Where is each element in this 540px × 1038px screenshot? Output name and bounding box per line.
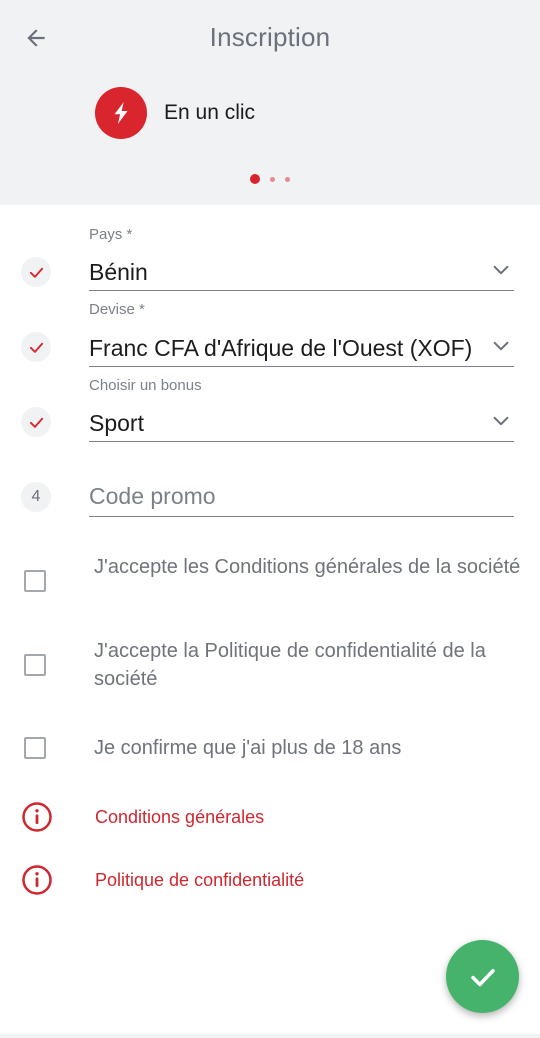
- currency-label: Devise *: [89, 301, 145, 318]
- privacy-text: J'accepte la Politique de confidentialit…: [94, 640, 486, 690]
- promo-code-input[interactable]: [89, 477, 514, 517]
- bonus-value: Sport: [89, 410, 144, 436]
- page-indicator: [0, 174, 540, 184]
- country-value: Bénin: [89, 259, 148, 285]
- step-completed-currency: [21, 332, 51, 362]
- age-text: Je confirme que j'ai plus de 18 ans: [94, 737, 402, 759]
- lightning-bolt-icon: [95, 87, 147, 139]
- checkmark-icon: [470, 968, 495, 986]
- currency-select[interactable]: Franc CFA d'Afrique de l'Ouest (XOF): [89, 327, 514, 367]
- country-label: Pays *: [89, 226, 133, 243]
- info-circle-icon: [22, 865, 52, 895]
- page-dot-1: [250, 174, 260, 184]
- checkmark-icon: [29, 267, 43, 278]
- terms-link[interactable]: Conditions générales: [95, 807, 264, 828]
- privacy-link[interactable]: Politique de confidentialité: [95, 870, 304, 891]
- terms-text: J'accepte les Conditions générales de la…: [94, 556, 521, 578]
- bottom-divider: [0, 1034, 540, 1038]
- header: Inscription En un clic: [0, 0, 540, 205]
- checkmark-icon: [29, 417, 43, 428]
- step-completed-country: [21, 257, 51, 287]
- page-title: Inscription: [209, 22, 331, 52]
- step-number-promo: 4: [21, 482, 51, 512]
- mode-label: En un clic: [164, 101, 256, 124]
- privacy-checkbox[interactable]: [24, 654, 46, 676]
- terms-checkbox[interactable]: [24, 570, 46, 592]
- bonus-label: Choisir un bonus: [89, 377, 202, 394]
- step-completed-bonus: [21, 407, 51, 437]
- currency-value: Franc CFA d'Afrique de l'Ouest (XOF): [89, 335, 473, 361]
- page-dot-3: [285, 176, 290, 182]
- confirm-button[interactable]: [446, 940, 519, 1013]
- page-dot-2: [270, 176, 275, 182]
- chevron-down-icon: [493, 341, 509, 351]
- age-checkbox[interactable]: [24, 737, 46, 759]
- country-select[interactable]: Bénin: [89, 252, 514, 291]
- checkmark-icon: [29, 342, 43, 353]
- registration-mode: En un clic: [95, 87, 255, 139]
- chevron-down-icon: [493, 265, 509, 275]
- info-circle-icon: [22, 802, 52, 832]
- bonus-select[interactable]: Sport: [89, 402, 514, 442]
- chevron-down-icon: [493, 416, 509, 426]
